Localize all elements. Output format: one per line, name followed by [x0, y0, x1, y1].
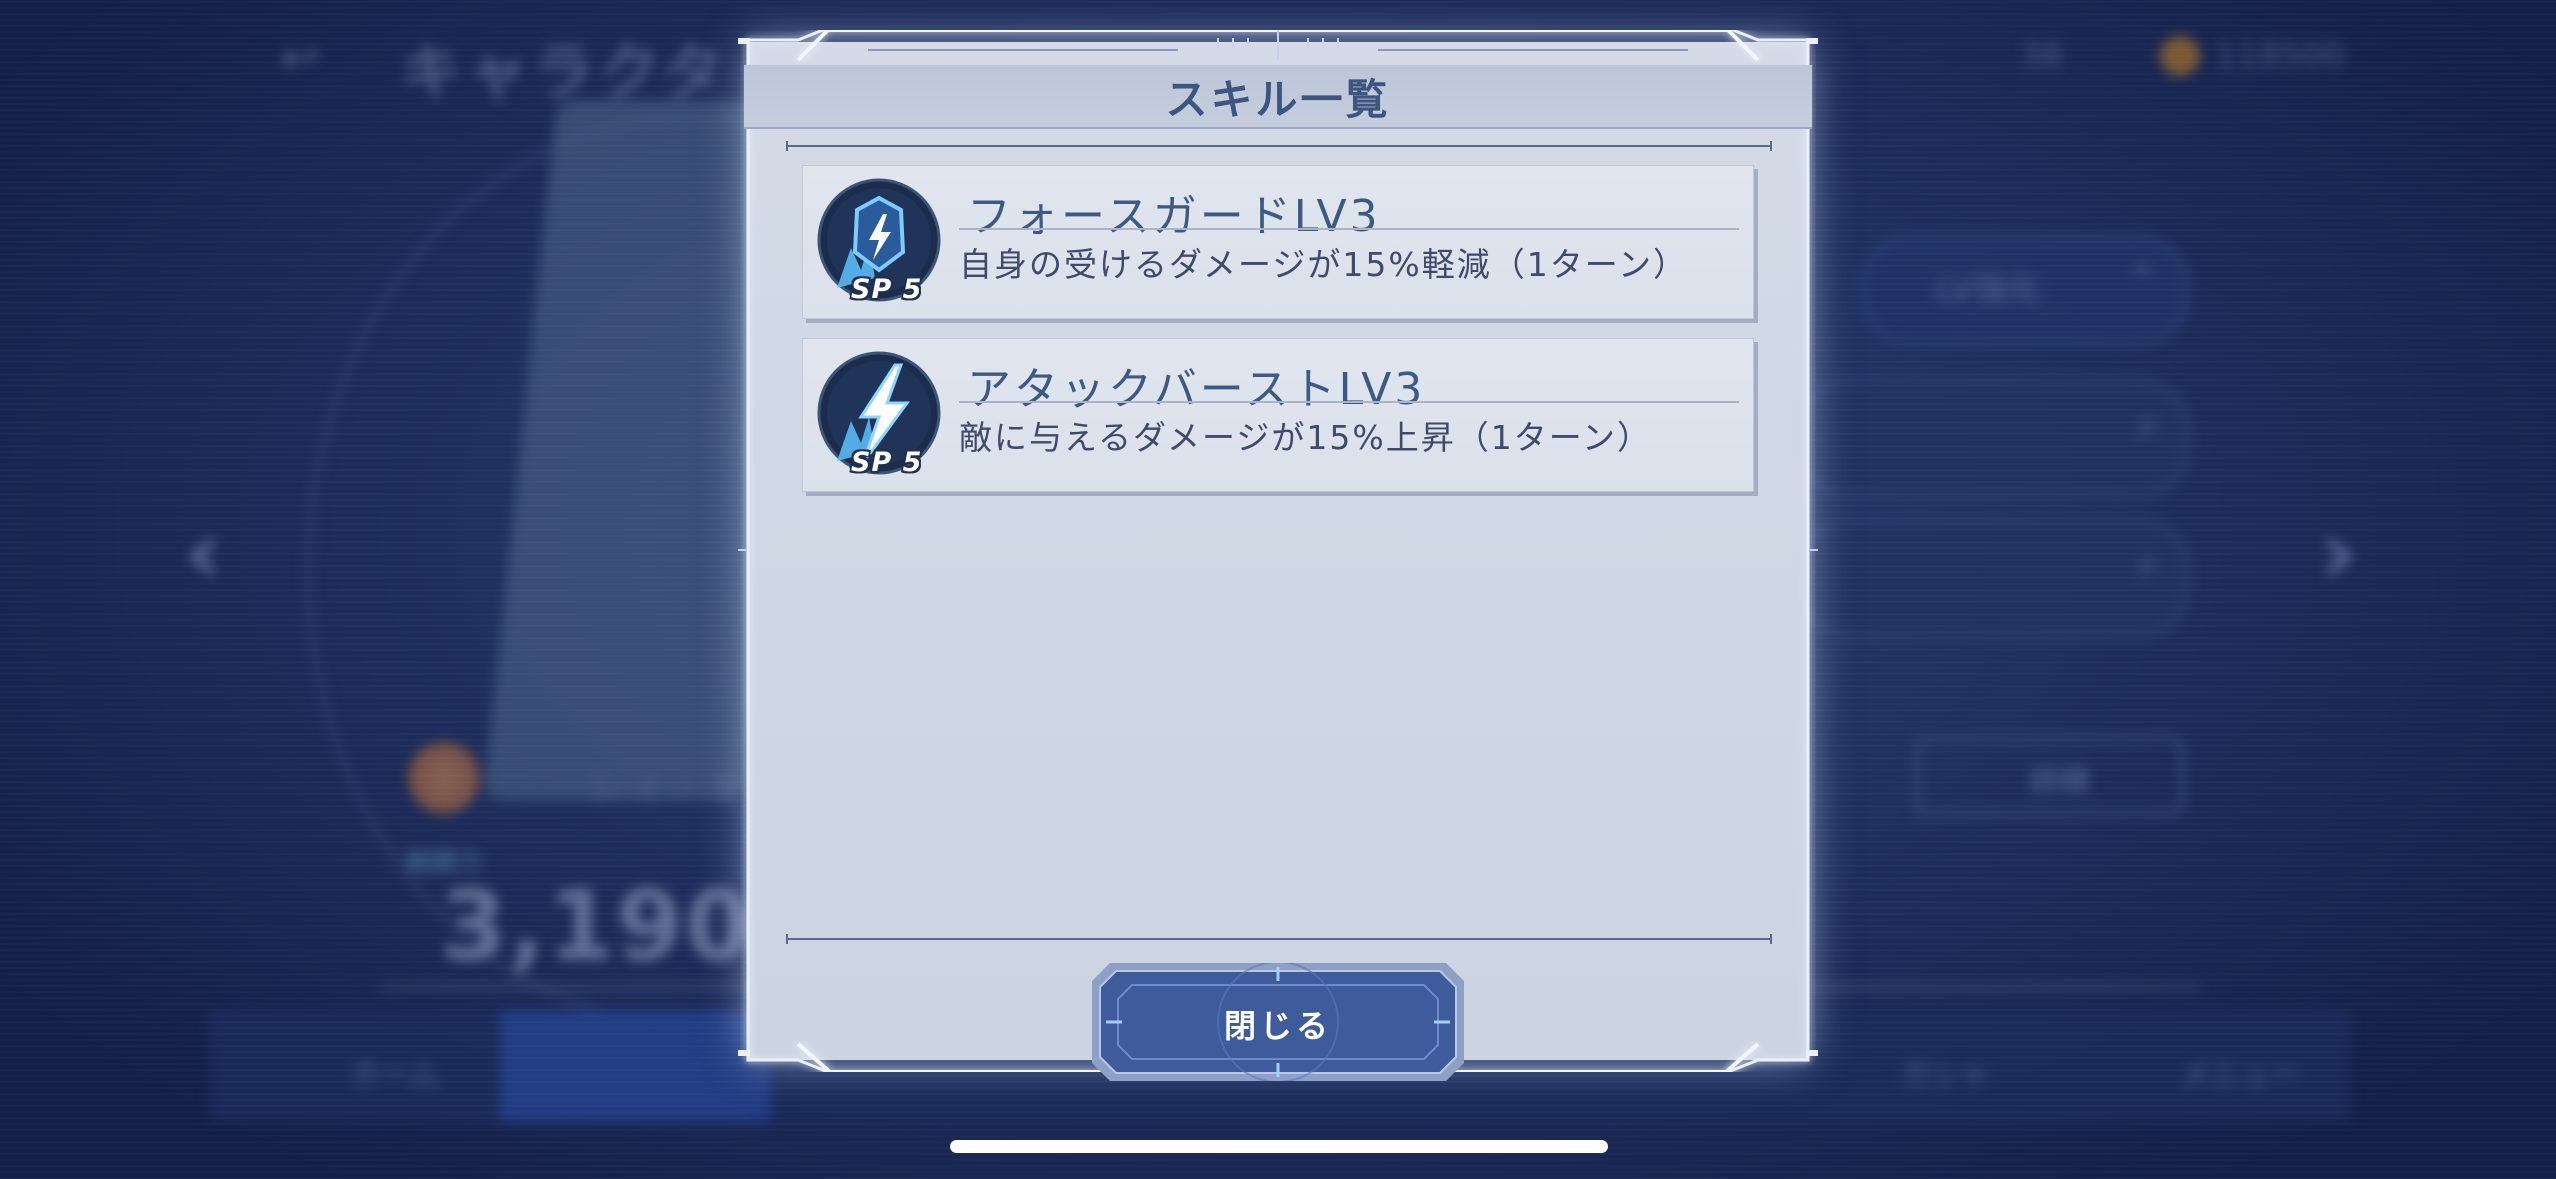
close-button-label: 閉じる — [1223, 1007, 1332, 1045]
home-indicator[interactable] — [950, 1140, 1608, 1153]
skill-name: フォースガードLV3 — [967, 191, 1381, 242]
skill-name-underline — [959, 228, 1739, 230]
close-button[interactable]: 閉じる — [1092, 963, 1464, 1081]
sp-cost-badge: SP 5 — [851, 447, 923, 478]
skill-list-modal: スキル一覧 SP 5 フォースガードLV3 自身の受けるダメージが15%軽減（1… — [738, 30, 1818, 1081]
bottom-divider — [786, 934, 1772, 944]
skill-name-underline — [959, 401, 1739, 403]
skill-item[interactable]: SP 5 フォースガードLV3 自身の受けるダメージが15%軽減（1ターン） — [802, 165, 1754, 319]
skill-description: 敵に与えるダメージが15%上昇（1ターン） — [959, 418, 1653, 457]
skill-name: アタックバーストLV3 — [967, 364, 1426, 415]
modal-title: スキル一覧 — [1165, 75, 1391, 124]
skill-item[interactable]: SP 5 アタックバーストLV3 敵に与えるダメージが15%上昇（1ターン） — [802, 338, 1754, 492]
sp-cost-badge: SP 5 — [851, 274, 923, 305]
top-divider — [786, 141, 1772, 151]
skill-description: 自身の受けるダメージが15%軽減（1ターン） — [959, 245, 1689, 284]
